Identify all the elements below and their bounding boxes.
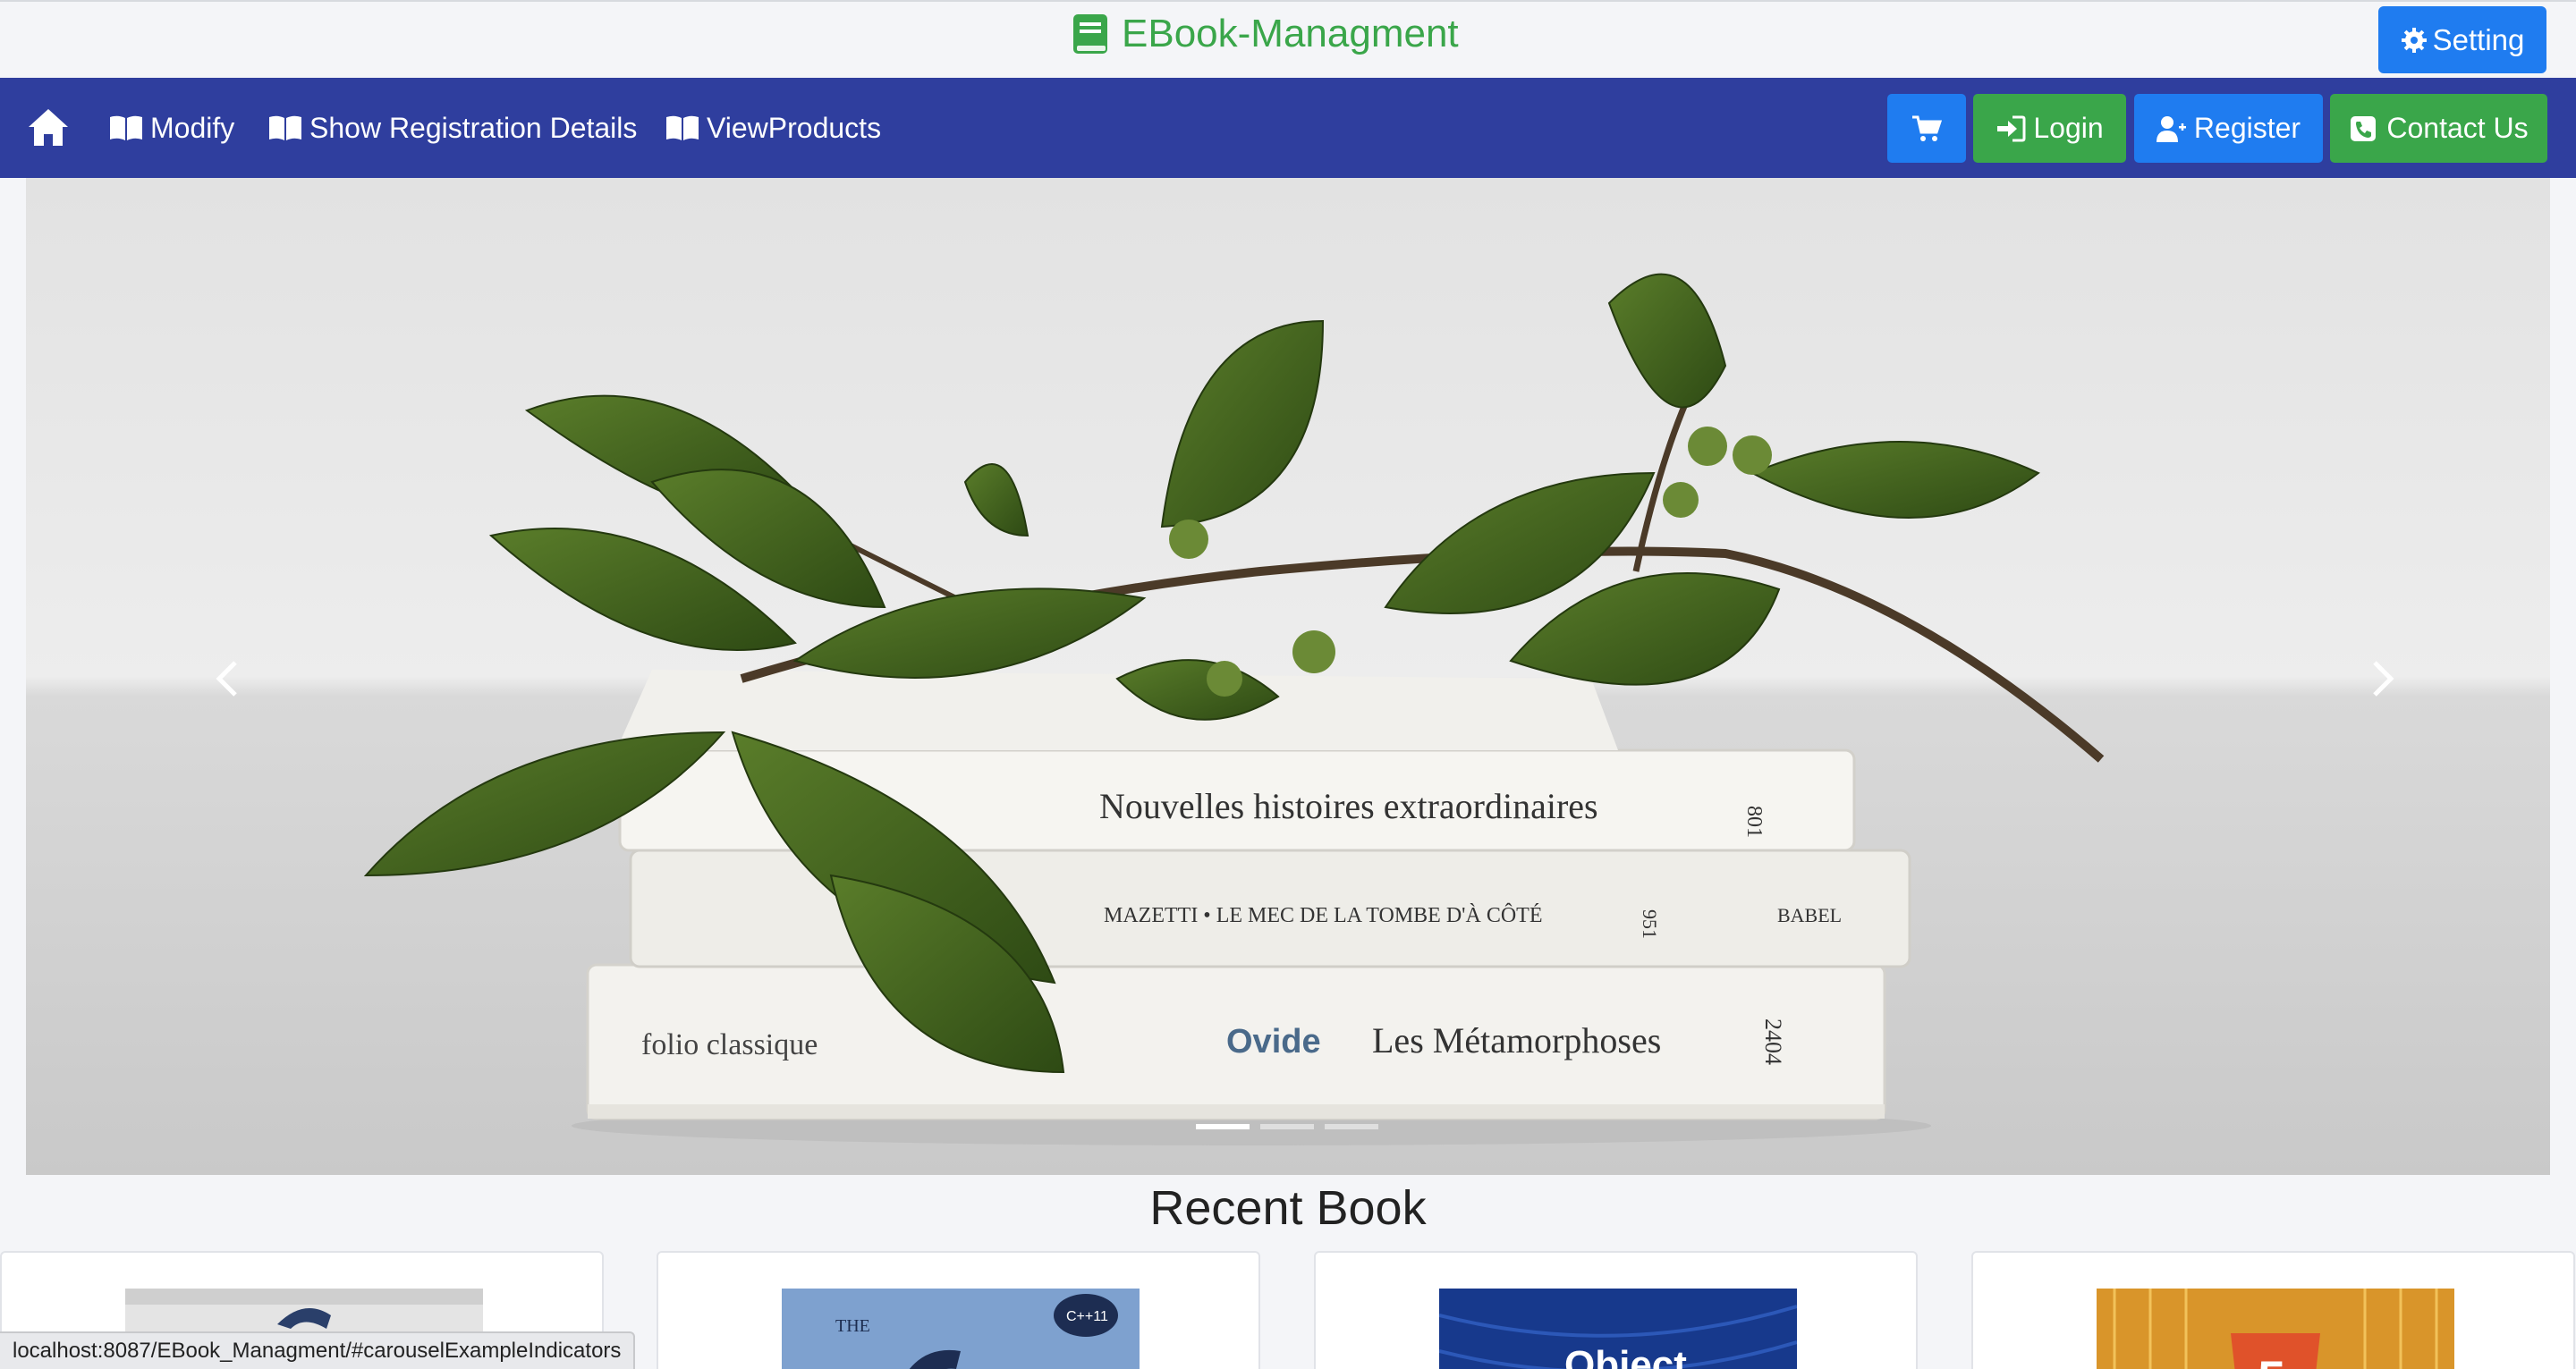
contact-label: Contact Us	[2386, 112, 2529, 144]
chevron-right-icon	[2373, 661, 2394, 697]
nav-link-label: Show Registration Details	[309, 111, 638, 144]
browser-status-bar: localhost:8087/EBook_Managment/#carousel…	[0, 1331, 636, 1369]
svg-text:C++11: C++11	[1066, 1309, 1108, 1324]
nav-link-label: Modify	[150, 111, 235, 144]
cart-button[interactable]	[1887, 94, 1966, 163]
carousel-indicator-2[interactable]	[1260, 1124, 1314, 1129]
book-cover-image: THE C++11 ++	[782, 1289, 1140, 1369]
login-button[interactable]: Login	[1973, 94, 2126, 163]
book-spine-folio: folio classique	[641, 1028, 818, 1061]
nav-link-modify[interactable]: Modify	[109, 105, 234, 151]
carousel-indicator-1[interactable]	[1196, 1124, 1250, 1129]
nav-link-view-products[interactable]: ViewProducts	[665, 105, 881, 151]
book-number-951: 951	[1639, 909, 1661, 939]
sign-in-icon	[1997, 115, 2026, 141]
recent-book-heading: Recent Book	[1149, 1181, 1427, 1235]
chevron-left-icon	[216, 661, 237, 697]
book-author-ovide: Ovide	[1226, 1023, 1321, 1061]
svg-text:++: ++	[974, 1356, 1037, 1369]
svg-text:5: 5	[2258, 1350, 2285, 1369]
home-icon[interactable]	[27, 106, 70, 148]
nav-link-show-registration[interactable]: Show Registration Details	[268, 105, 637, 151]
book-card-4[interactable]: 5	[1971, 1251, 2575, 1369]
login-label: Login	[2033, 112, 2104, 144]
carousel-indicator-3[interactable]	[1325, 1124, 1378, 1129]
contact-us-button[interactable]: Contact Us	[2330, 94, 2547, 163]
brand-logo[interactable]: EBook-Managment	[1072, 9, 1459, 59]
user-plus-icon	[2156, 115, 2186, 142]
carousel-slide-image: Nouvelles histoires extraordinaires MAZE…	[26, 178, 2550, 1175]
book-spine-babel: BABEL	[1777, 904, 1842, 926]
phone-icon	[2351, 115, 2377, 141]
open-book-icon	[666, 115, 699, 140]
register-label: Register	[2193, 112, 2301, 144]
main-navbar: Modify Show Registration Details ViewPro…	[0, 78, 2576, 178]
carousel-prev-button[interactable]	[196, 643, 258, 714]
brand-title: EBook-Managment	[1122, 12, 1459, 55]
book-icon	[1073, 14, 1107, 54]
svg-text:THE: THE	[835, 1316, 870, 1336]
hero-carousel: Nouvelles histoires extraordinaires MAZE…	[26, 178, 2550, 1175]
register-button[interactable]: Register	[2134, 94, 2323, 163]
gear-icon	[2401, 27, 2427, 53]
book-title-top: Nouvelles histoires extraordinaires	[1099, 786, 1598, 826]
book-cover-image: Object	[1439, 1289, 1797, 1369]
book-title-middle: MAZETTI • LE MEC DE LA TOMBE D'À CÔTÉ	[1104, 903, 1542, 927]
book-number-2404: 2404	[1760, 1018, 1786, 1065]
setting-label: Setting	[2432, 22, 2525, 56]
cart-icon	[1912, 115, 1942, 141]
carousel-indicators	[1196, 1124, 1378, 1129]
book-cover-image: 5	[2097, 1289, 2454, 1369]
carousel-next-button[interactable]	[2351, 643, 2414, 714]
top-brand-bar: EBook-Managment Setting	[0, 0, 2576, 78]
svg-text:Object: Object	[1564, 1343, 1687, 1369]
book-title-bottom: Les Métamorphoses	[1372, 1020, 1661, 1061]
nav-link-label: ViewProducts	[707, 111, 882, 144]
open-book-icon	[269, 115, 301, 140]
book-number-801: 801	[1742, 806, 1766, 838]
setting-button[interactable]: Setting	[2378, 6, 2546, 73]
open-book-icon	[110, 115, 142, 140]
book-card-3[interactable]: Object	[1314, 1251, 1918, 1369]
book-card-2[interactable]: THE C++11 ++	[657, 1251, 1260, 1369]
